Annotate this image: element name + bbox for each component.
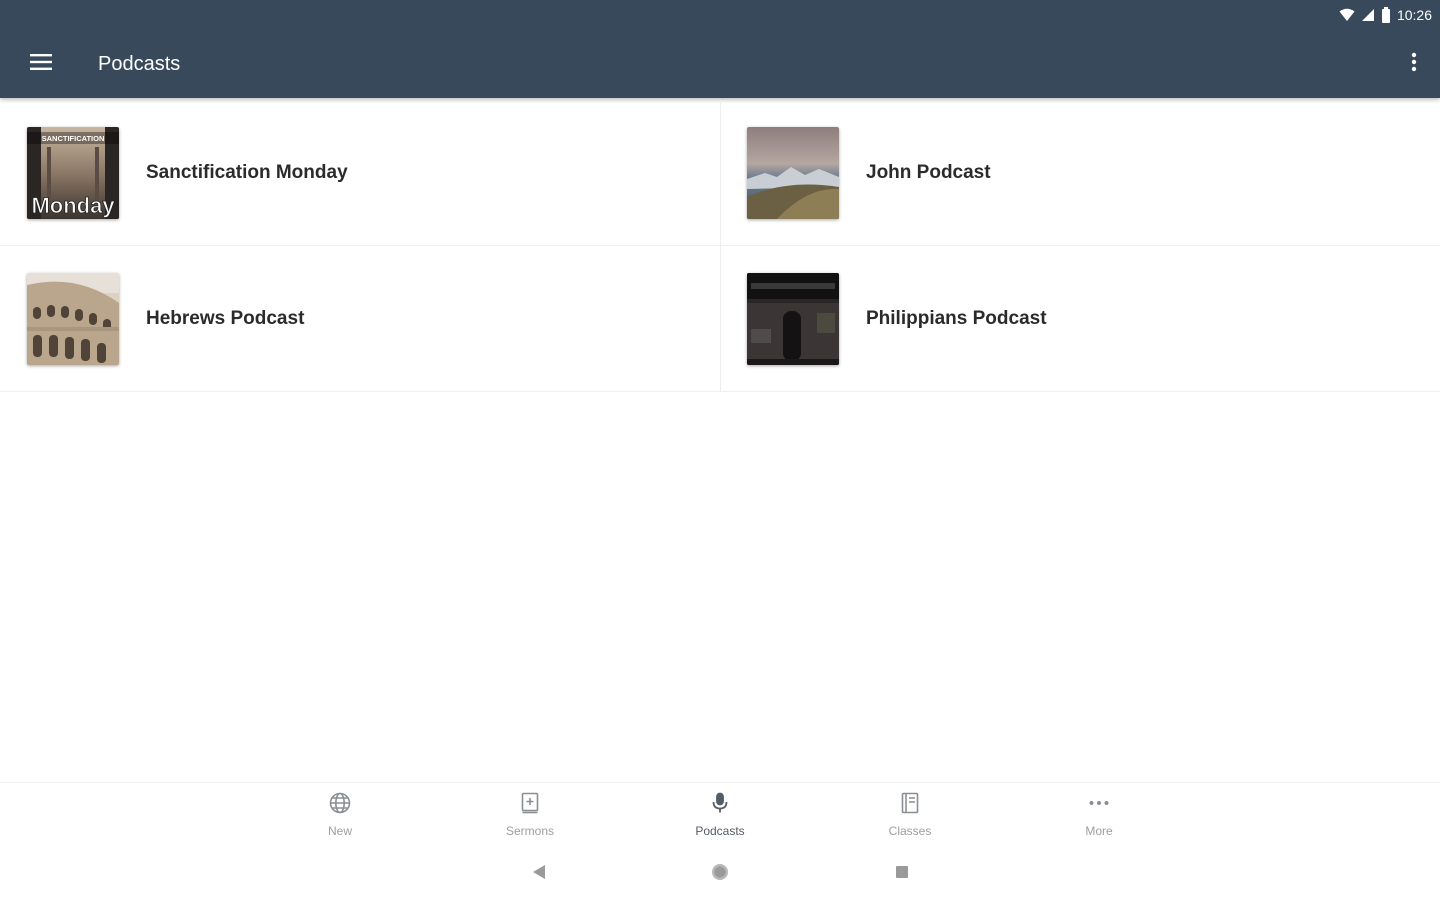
system-back-button[interactable] <box>527 862 551 886</box>
nav-item-classes[interactable]: Classes <box>850 791 970 838</box>
page-title: Podcasts <box>98 52 181 75</box>
podcast-title: Sanctification Monday <box>146 161 348 183</box>
nav-label: More <box>1085 824 1113 838</box>
nav-item-more[interactable]: More <box>1039 791 1159 838</box>
podcast-card-john[interactable]: John Podcast <box>721 100 1440 246</box>
microphone-icon <box>708 791 732 820</box>
wifi-icon <box>1339 8 1355 22</box>
thumbnail-main-text: Monday <box>31 193 115 218</box>
podcast-thumbnail <box>747 126 839 219</box>
globe-icon <box>328 791 352 820</box>
podcast-grid: SANCTIFICATION Monday Sanctification Mon… <box>0 100 1440 392</box>
podcast-card-philippians[interactable]: Philippians Podcast <box>721 246 1440 392</box>
podcast-title: John Podcast <box>866 161 991 183</box>
nav-item-podcasts[interactable]: Podcasts <box>660 791 780 838</box>
nav-item-sermons[interactable]: Sermons <box>470 791 590 838</box>
menu-button[interactable] <box>0 30 80 98</box>
back-triangle-icon <box>532 864 546 885</box>
status-time: 10:26 <box>1396 7 1432 23</box>
podcast-thumbnail <box>747 272 839 365</box>
podcast-thumbnail: SANCTIFICATION Monday <box>27 126 119 219</box>
toolbar: Podcasts <box>0 30 1440 98</box>
system-navigation-bar <box>0 852 1440 896</box>
app-bar: 10:26 Podcasts <box>0 0 1440 98</box>
nav-label: Sermons <box>505 824 555 838</box>
book-plus-icon <box>518 791 542 820</box>
status-bar: 10:26 <box>1339 4 1432 26</box>
bottom-navigation: New Sermons Podcasts Classes More <box>0 782 1440 844</box>
home-circle-icon <box>710 862 730 887</box>
more-horizontal-icon <box>1087 791 1111 820</box>
hamburger-menu-icon <box>30 53 52 76</box>
overflow-menu-button[interactable] <box>1402 50 1426 78</box>
podcast-card-sanctification-monday[interactable]: SANCTIFICATION Monday Sanctification Mon… <box>0 100 721 246</box>
podcast-card-hebrews[interactable]: Hebrews Podcast <box>0 246 721 392</box>
recents-square-icon <box>895 865 909 884</box>
podcast-title: Hebrews Podcast <box>146 307 305 329</box>
nav-label: Podcasts <box>695 824 745 838</box>
system-recents-button[interactable] <box>890 862 914 886</box>
nav-label: New <box>327 824 352 838</box>
notebook-icon <box>898 791 922 820</box>
thumbnail-top-text: SANCTIFICATION <box>42 134 105 143</box>
podcast-thumbnail <box>27 272 119 365</box>
nav-label: Classes <box>888 824 932 838</box>
podcast-title: Philippians Podcast <box>866 307 1047 329</box>
signal-icon <box>1361 8 1375 22</box>
battery-icon <box>1381 7 1391 23</box>
nav-item-new[interactable]: New <box>280 791 400 838</box>
system-home-button[interactable] <box>708 862 732 886</box>
more-vertical-icon <box>1411 52 1417 77</box>
